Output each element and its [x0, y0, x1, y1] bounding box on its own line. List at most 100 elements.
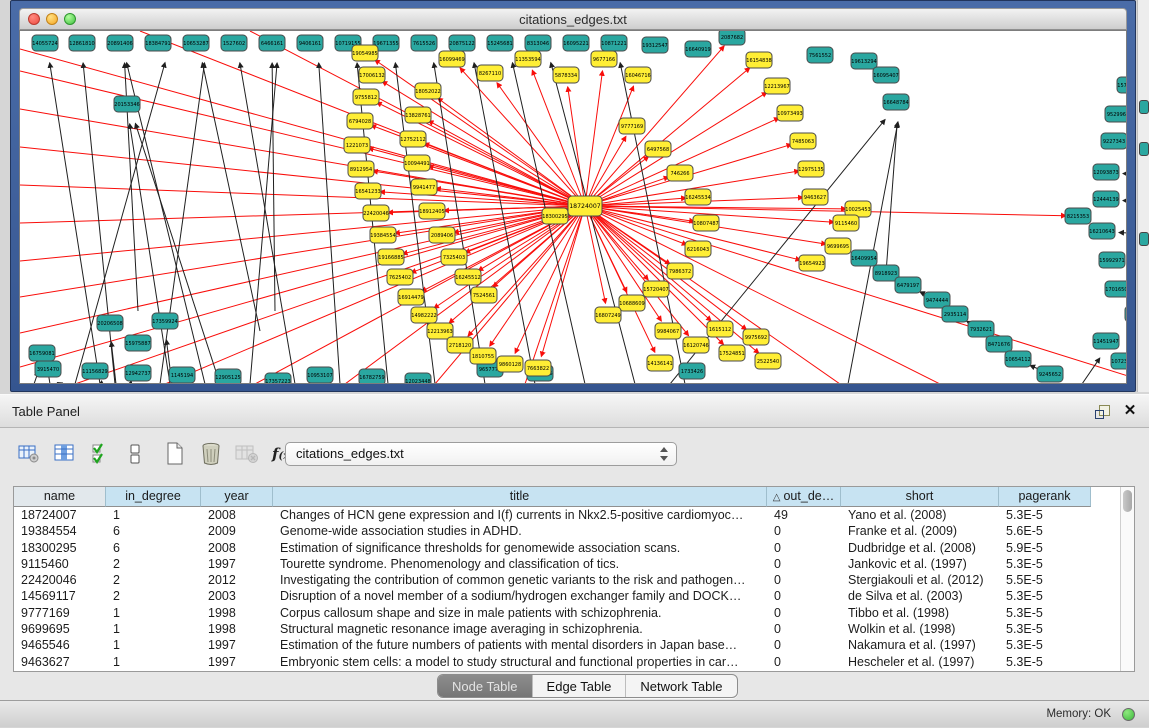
network-node[interactable]: 22420046 — [363, 205, 389, 221]
network-node[interactable]: 7932621 — [968, 321, 994, 337]
table-row[interactable]: 977716911998Corpus callosum shape and si… — [14, 605, 1120, 621]
network-node[interactable]: 6216043 — [685, 241, 711, 257]
column-header-year[interactable]: year — [201, 487, 273, 507]
network-node[interactable]: 16210643 — [1089, 223, 1115, 239]
table-cell[interactable]: 1997 — [201, 637, 273, 653]
network-node[interactable]: 16541233 — [355, 183, 381, 199]
network-node[interactable]: 10723407 — [1111, 353, 1126, 369]
tab-network-table[interactable]: Network Table — [626, 675, 736, 697]
network-node[interactable]: 15992971 — [1099, 252, 1125, 268]
network-node[interactable]: 15751074 — [1117, 77, 1126, 93]
network-node[interactable]: 1167535 — [1125, 306, 1126, 322]
network-node[interactable]: 9529966 — [1105, 106, 1126, 122]
network-node[interactable]: 9984067 — [655, 323, 681, 339]
table-cell[interactable]: 0 — [767, 621, 841, 637]
table-cell[interactable]: Estimation of significance thresholds fo… — [273, 540, 767, 556]
network-node[interactable]: 7663822 — [525, 360, 551, 376]
column-pair-button[interactable] — [120, 438, 150, 470]
network-node[interactable]: 16245512 — [455, 269, 481, 285]
table-cell[interactable]: Tibbo et al. (1998) — [841, 605, 999, 621]
network-node[interactable]: 10973493 — [777, 105, 803, 121]
network-node[interactable]: 7485063 — [790, 133, 816, 149]
network-node[interactable]: 16154838 — [746, 52, 772, 68]
network-node[interactable]: 16914479 — [398, 289, 424, 305]
table-cell[interactable]: 22420046 — [14, 572, 106, 588]
float-panel-icon[interactable] — [1095, 404, 1111, 420]
network-node[interactable]: 12213963 — [427, 323, 453, 339]
network-node[interactable]: 19312547 — [642, 37, 668, 53]
table-cell[interactable]: de Silva et al. (2003) — [841, 588, 999, 604]
table-cell[interactable]: 0 — [767, 654, 841, 670]
network-node[interactable]: 17357223 — [265, 373, 291, 383]
close-panel-icon[interactable]: ✕ — [1121, 402, 1139, 420]
table-cell[interactable]: Hescheler et al. (1997) — [841, 654, 999, 670]
table-cell[interactable]: 1 — [106, 654, 201, 670]
network-node[interactable]: 17359924 — [152, 313, 178, 329]
table-cell[interactable]: 2 — [106, 572, 201, 588]
network-node[interactable]: 12444139 — [1093, 191, 1119, 207]
node-table[interactable]: namein_degreeyeartitle△out_de…shortpager… — [13, 486, 1135, 672]
network-node[interactable]: 14982222 — [411, 307, 437, 323]
network-node[interactable]: 10871221 — [601, 35, 627, 51]
table-cell[interactable]: 1998 — [201, 621, 273, 637]
delete-table-trash-button[interactable] — [196, 438, 226, 470]
network-node[interactable]: 1810755 — [470, 348, 496, 364]
table-row[interactable]: 946554611997Estimation of the future num… — [14, 637, 1120, 653]
network-node[interactable]: 12752112 — [400, 131, 426, 147]
table-select-dropdown[interactable]: citations_edges.txt — [285, 442, 677, 466]
tab-edge-table[interactable]: Edge Table — [533, 675, 627, 697]
network-node[interactable]: 16120746 — [683, 337, 709, 353]
table-cell[interactable]: 2 — [106, 588, 201, 604]
table-cell[interactable]: Jankovic et al. (1997) — [841, 556, 999, 572]
network-node[interactable]: 2718120 — [447, 337, 473, 353]
network-node[interactable]: 746266 — [667, 165, 693, 181]
network-node[interactable]: 3915470 — [35, 361, 61, 377]
network-node[interactable]: 10653287 — [183, 35, 209, 51]
network-node[interactable]: 19654923 — [799, 255, 825, 271]
table-cell[interactable]: 0 — [767, 572, 841, 588]
select-column-button[interactable] — [50, 438, 80, 470]
column-header-pagerank[interactable]: pagerank — [999, 487, 1091, 507]
network-node[interactable]: 16759081 — [29, 345, 55, 361]
network-node[interactable]: 10953107 — [307, 367, 333, 383]
network-node[interactable]: 15975887 — [125, 335, 151, 351]
table-cell[interactable]: Changes of HCN gene expression and I(f) … — [273, 507, 767, 523]
network-node[interactable]: 9227343 — [1101, 133, 1126, 149]
network-node[interactable]: 18300295 — [542, 208, 568, 224]
table-cell[interactable]: Investigating the contribution of common… — [273, 572, 767, 588]
table-cell[interactable]: 0 — [767, 523, 841, 539]
table-cell[interactable]: 19384554 — [14, 523, 106, 539]
table-cell[interactable]: 1 — [106, 605, 201, 621]
table-cell[interactable]: 1 — [106, 621, 201, 637]
network-node[interactable]: 2522540 — [755, 353, 781, 369]
network-node[interactable]: 8313046 — [525, 35, 551, 51]
table-cell[interactable]: Disruption of a novel member of a sodium… — [273, 588, 767, 604]
import-table-disabled-button[interactable] — [232, 438, 262, 470]
network-node[interactable]: 6466161 — [259, 35, 285, 51]
network-node[interactable]: 11156829 — [82, 363, 108, 379]
network-node[interactable]: 9115460 — [833, 215, 859, 231]
table-cell[interactable]: Tourette syndrome. Phenomenology and cla… — [273, 556, 767, 572]
network-node[interactable]: 20875122 — [449, 35, 475, 51]
table-cell[interactable]: Genome-wide association studies in ADHD. — [273, 523, 767, 539]
network-node[interactable]: 10094491 — [404, 155, 430, 171]
network-node[interactable]: 9245652 — [1037, 366, 1063, 382]
network-node[interactable]: 16409954 — [851, 250, 877, 266]
table-cell[interactable]: 1 — [106, 637, 201, 653]
select-rows-check-button[interactable] — [86, 438, 116, 470]
network-node[interactable]: 16807249 — [595, 307, 621, 323]
table-row[interactable]: 911546021997Tourette syndrome. Phenomeno… — [14, 556, 1120, 572]
network-node[interactable]: 10807487 — [693, 215, 719, 231]
table-row[interactable]: 1938455462009Genome-wide association stu… — [14, 523, 1120, 539]
network-node[interactable]: 16099469 — [439, 51, 465, 67]
table-cell[interactable]: 0 — [767, 540, 841, 556]
network-node[interactable]: 11353594 — [515, 51, 541, 67]
network-node[interactable]: 12975135 — [798, 161, 824, 177]
table-cell[interactable]: 2009 — [201, 523, 273, 539]
table-cell[interactable]: Stergiakouli et al. (2012) — [841, 572, 999, 588]
table-cell[interactable]: 5.3E-5 — [999, 621, 1091, 637]
network-node[interactable]: 9777169 — [619, 118, 645, 134]
table-row[interactable]: 946362711997Embryonic stem cells: a mode… — [14, 654, 1120, 670]
network-node[interactable]: 1615112 — [707, 321, 733, 337]
table-cell[interactable]: 5.6E-5 — [999, 523, 1091, 539]
